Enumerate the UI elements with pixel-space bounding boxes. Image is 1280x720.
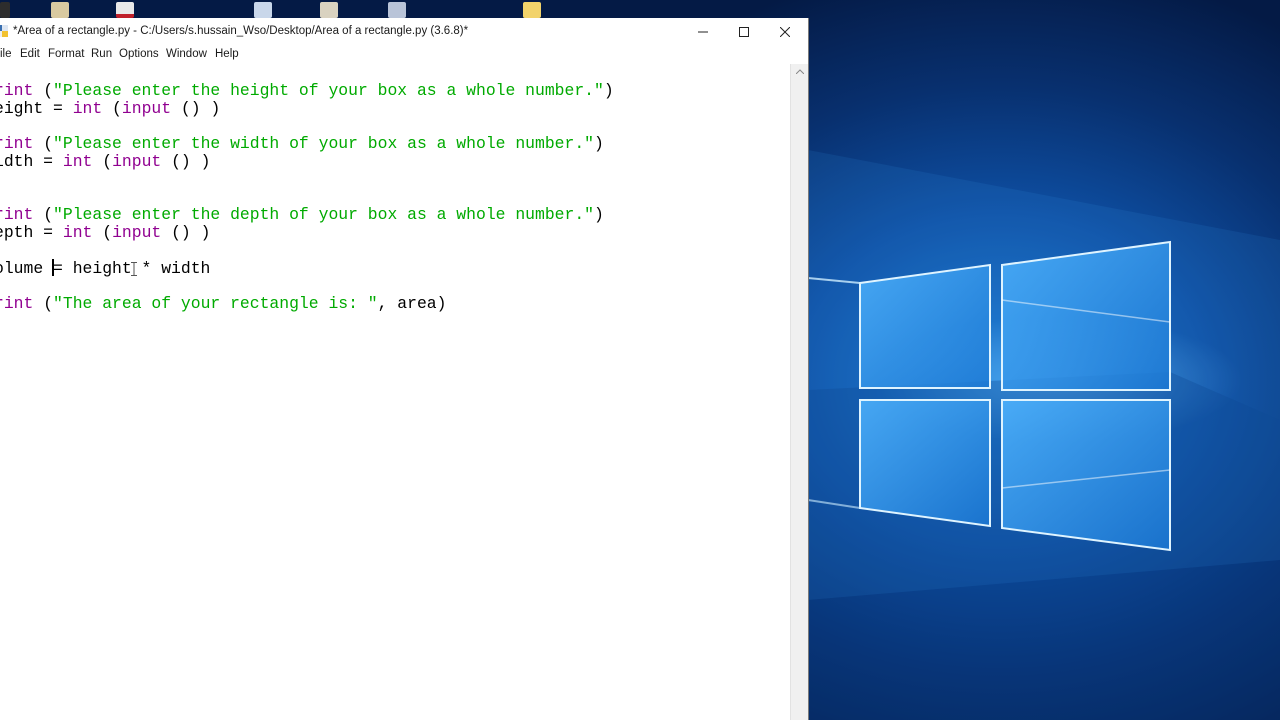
archive-shortcut-icon[interactable] — [51, 2, 69, 18]
menu-window[interactable]: Window — [166, 48, 207, 60]
code-keyword: rint — [0, 205, 34, 225]
code-keyword: int — [62, 152, 93, 171]
document-shortcut-icon[interactable] — [388, 2, 406, 18]
scroll-up-button[interactable] — [791, 64, 808, 78]
menu-bar: ile Edit Format Run Options Window Help — [0, 45, 808, 64]
code-text: ( — [43, 205, 54, 225]
code-text: ( — [43, 294, 54, 313]
code-line: eight = int (input () ) — [0, 98, 221, 118]
code-text: idth = — [0, 152, 63, 171]
code-text: () ) — [161, 223, 211, 242]
code-keyword: input — [112, 223, 162, 242]
code-text: ( — [102, 98, 122, 118]
code-text: ( — [92, 152, 113, 171]
python-file-icon — [0, 25, 8, 37]
folder-shortcut-icon[interactable] — [523, 2, 541, 18]
code-keyword: rint — [0, 81, 34, 100]
code-line: rint ("Please enter the height of your b… — [0, 82, 614, 100]
code-line: idth = int (input () ) — [0, 153, 210, 171]
code-keyword: input — [112, 152, 162, 171]
menu-format[interactable]: Format — [48, 48, 84, 60]
code-keyword: int — [72, 98, 103, 118]
text-cursor — [52, 259, 54, 276]
code-text: ( — [43, 134, 54, 154]
code-text: ( — [43, 81, 54, 100]
code-line: rint ("Please enter the depth of your bo… — [0, 206, 604, 224]
code-editor[interactable]: rint ("Please enter the height of your b… — [0, 64, 791, 720]
minimize-button[interactable] — [680, 18, 726, 45]
title-bar[interactable]: *Area of a rectangle.py - C:/Users/s.hus… — [0, 18, 808, 45]
close-icon — [780, 26, 790, 37]
code-string: "Please enter the depth of your box as a… — [53, 205, 595, 225]
window-title: *Area of a rectangle.py - C:/Users/s.hus… — [13, 25, 469, 37]
ibeam-cursor-icon — [131, 262, 137, 276]
code-string: "Please enter the height of your box as … — [53, 81, 604, 100]
vertical-scrollbar[interactable] — [790, 64, 808, 720]
folder-shortcut-icon[interactable] — [0, 2, 10, 18]
desktop-icons-row — [0, 0, 808, 18]
code-string: "Please enter the width of your box as a… — [53, 134, 595, 154]
code-text: () ) — [171, 98, 221, 118]
code-text: () ) — [161, 152, 211, 171]
windows-logo-wallpaper — [808, 150, 1280, 720]
maximize-button[interactable] — [721, 18, 767, 45]
code-text: olume = height * width — [0, 258, 211, 278]
file-shortcut-icon[interactable] — [254, 2, 272, 18]
menu-edit[interactable]: Edit — [20, 48, 40, 60]
code-text: epth = — [0, 223, 63, 242]
code-keyword: rint — [0, 134, 34, 154]
close-button[interactable] — [762, 18, 808, 45]
idle-editor-window: *Area of a rectangle.py - C:/Users/s.hus… — [0, 18, 809, 720]
menu-help[interactable]: Help — [215, 48, 239, 60]
code-string: "The area of your rectangle is: " — [53, 294, 378, 313]
code-keyword: rint — [0, 294, 34, 313]
chart-file-shortcut-icon[interactable] — [320, 2, 338, 18]
code-text: ) — [594, 205, 604, 225]
minimize-icon — [698, 31, 708, 32]
menu-file[interactable]: ile — [0, 48, 12, 60]
code-line: rint ("Please enter the width of your bo… — [0, 135, 604, 153]
code-line: rint ("The area of your rectangle is: ",… — [0, 295, 446, 313]
code-keyword: int — [62, 223, 93, 242]
code-line: epth = int (input () ) — [0, 224, 210, 242]
code-line: olume = height * width — [0, 258, 211, 278]
code-text: ) — [594, 134, 604, 154]
maximize-icon — [739, 26, 749, 37]
menu-options[interactable]: Options — [119, 48, 159, 60]
code-keyword: input — [121, 98, 172, 118]
code-text: ( — [92, 223, 113, 242]
app-shortcut-icon[interactable] — [116, 2, 134, 18]
menu-run[interactable]: Run — [91, 48, 112, 60]
chevron-up-icon — [795, 68, 804, 74]
code-text: , area) — [377, 294, 447, 313]
code-text: ) — [603, 81, 614, 100]
code-text: eight = — [0, 98, 73, 118]
